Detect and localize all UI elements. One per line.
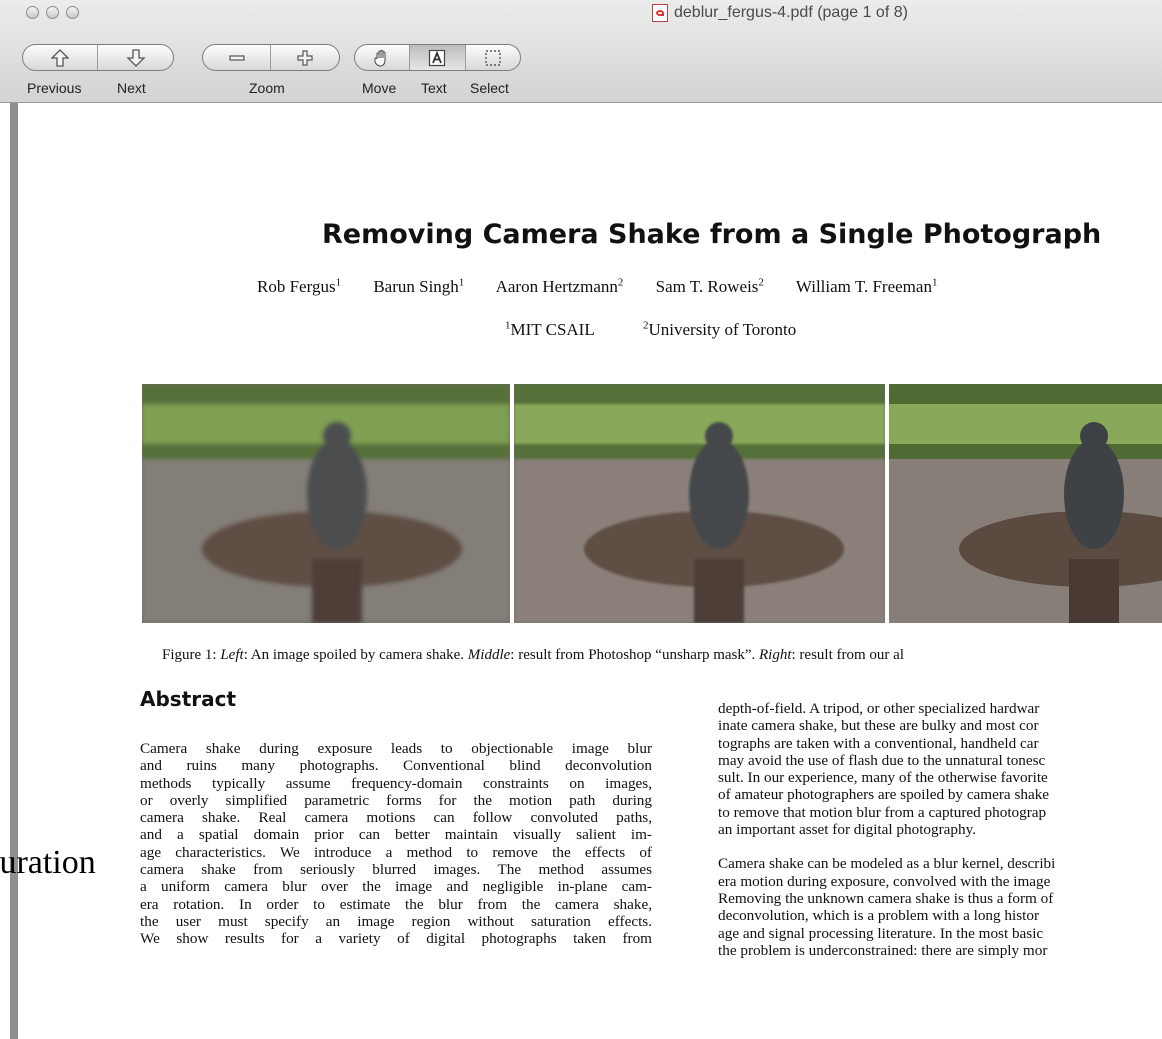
zoom-segment [202, 44, 340, 71]
text-line: era rotation. In order to estimate the b… [140, 895, 652, 913]
tool-segment [354, 44, 521, 71]
author-sup: 1 [335, 276, 342, 288]
window-title-text: deblur_fergus-4.pdf (page 1 of 8) [674, 4, 908, 21]
author: William T. Freeman1 [795, 276, 938, 296]
text-line: an important asset for digital photograp… [718, 821, 976, 839]
window-title: deblur_fergus-4.pdf (page 1 of 8) [652, 4, 908, 22]
author-sup: 1 [458, 276, 465, 288]
author-name: Aaron Hertzmann [495, 276, 618, 296]
text-line: sult. In our experience, many of the oth… [718, 769, 1048, 787]
caption-middle-text: : result from Photoshop “unsharp mask”. [510, 647, 760, 663]
text-line: of amateur photographers are spoiled by … [718, 786, 1050, 804]
move-tool-button[interactable] [355, 45, 411, 70]
move-label: Move [362, 80, 397, 96]
text-line: the problem is underconstrained: there a… [718, 941, 1048, 959]
caption-left-text: : An image spoiled by camera shake. [243, 647, 468, 663]
author-sup: 2 [758, 276, 764, 288]
affiliation: 1MIT CSAIL [505, 319, 595, 339]
zoom-in-button[interactable] [271, 45, 339, 70]
caption-middle-label: Middle [467, 647, 511, 663]
text-line: camera shake from seriously blurred imag… [140, 861, 652, 879]
author-list: Rob Fergus1 Barun Singh1 Aaron Hertzmann… [257, 276, 965, 297]
text-line: Camera shake during exposure leads to ob… [140, 740, 652, 757]
text-line: methods typically assume frequency-domai… [140, 774, 652, 792]
down-arrow-icon [125, 48, 146, 67]
text-line: era motion during exposure, convolved wi… [718, 872, 1051, 890]
affiliation-name: MIT CSAIL [510, 319, 595, 339]
author: Sam T. Roweis2 [655, 276, 764, 296]
author-name: Barun Singh [373, 276, 459, 296]
text-tool-button[interactable] [410, 45, 466, 70]
text-line: deconvolution, which is a problem with a… [718, 907, 1039, 925]
text-line: the user must specify an image region wi… [140, 912, 652, 930]
text-line: a uniform camera blur over the image and… [140, 878, 652, 896]
text-tool-icon [429, 49, 446, 66]
author: Barun Singh1 [373, 276, 465, 296]
text-line: and a spatial domain prior can better ma… [140, 826, 652, 844]
text-line: tographs are taken with a conventional, … [718, 734, 1039, 752]
text-line: to remove that motion blur from a captur… [718, 803, 1047, 821]
text-line: Camera shake can be modeled as a blur ke… [718, 855, 1056, 873]
paper-title: Removing Camera Shake from a Single Phot… [322, 219, 1102, 250]
text-line: and ruins many photographs. Conventional… [140, 757, 652, 775]
caption-prefix: Figure 1: [162, 647, 221, 663]
hand-icon [374, 49, 386, 67]
minimize-window-button[interactable] [46, 6, 59, 19]
author-sup: 1 [931, 276, 938, 288]
window-controls [26, 6, 79, 19]
window-toolbar: deblur_fergus-4.pdf (page 1 of 8) Previo… [0, 0, 1162, 103]
text-line: We show results for a variety of digital… [140, 930, 652, 948]
next-button[interactable] [98, 45, 173, 70]
text-line: depth-of-field. A tripod, or other speci… [718, 700, 1040, 717]
author-name: William T. Freeman [795, 276, 932, 296]
caption-left-label: Left [220, 647, 244, 663]
next-label: Next [117, 80, 146, 96]
author-sup: 2 [617, 276, 624, 288]
text-line: age and signal processing literature. In… [718, 924, 1044, 942]
up-arrow-icon [50, 48, 70, 67]
right-column-body: depth-of-field. A tripod, or other speci… [718, 700, 1162, 959]
caption-right-text: : result from our al [791, 647, 904, 663]
affiliation-name: University of Toronto [648, 319, 797, 339]
author-name: Sam T. Roweis [655, 276, 759, 296]
previous-button[interactable] [23, 45, 98, 70]
figure-image-left [142, 384, 510, 623]
affiliation: 2University of Toronto [643, 319, 797, 339]
text-line: Removing the unknown camera shake is thu… [718, 889, 1054, 907]
sidebar-edge[interactable] [10, 103, 18, 1039]
text-line: camera shake. Real camera motions can fo… [140, 809, 652, 827]
zoom-window-button[interactable] [66, 6, 79, 19]
text-label: Text [421, 80, 447, 96]
text-line: may avoid the use of flash due to the un… [718, 751, 1046, 769]
zoom-out-button[interactable] [203, 45, 271, 70]
figure-image-right [889, 384, 1162, 623]
drag-overlay-text: turation [0, 844, 96, 881]
author-name: Rob Fergus [257, 276, 336, 296]
figure-caption: Figure 1: Left: An image spoiled by came… [162, 647, 904, 664]
text-line: inate camera shake, but these are bulky … [718, 717, 1039, 735]
zoom-label: Zoom [249, 80, 285, 96]
select-tool-button[interactable] [466, 45, 520, 70]
minus-icon [228, 54, 245, 61]
text-line: age characteristics. We introduce a meth… [140, 843, 652, 861]
select-label: Select [470, 80, 509, 96]
author: Aaron Hertzmann2 [495, 276, 624, 296]
affiliations: 1MIT CSAIL 2University of Toronto [505, 319, 840, 340]
abstract-body: Camera shake during exposure leads to ob… [140, 740, 652, 948]
caption-right-label: Right [759, 647, 792, 663]
pdf-file-icon [652, 4, 668, 22]
select-tool-icon [485, 49, 501, 66]
navigation-segment [22, 44, 174, 71]
text-line: or overly simplified parametric forms fo… [140, 791, 652, 809]
author: Rob Fergus1 [257, 276, 342, 296]
abstract-heading: Abstract [140, 687, 237, 711]
previous-label: Previous [27, 80, 82, 96]
figure-image-middle [514, 384, 885, 623]
plus-icon [297, 49, 313, 66]
close-window-button[interactable] [26, 6, 39, 19]
